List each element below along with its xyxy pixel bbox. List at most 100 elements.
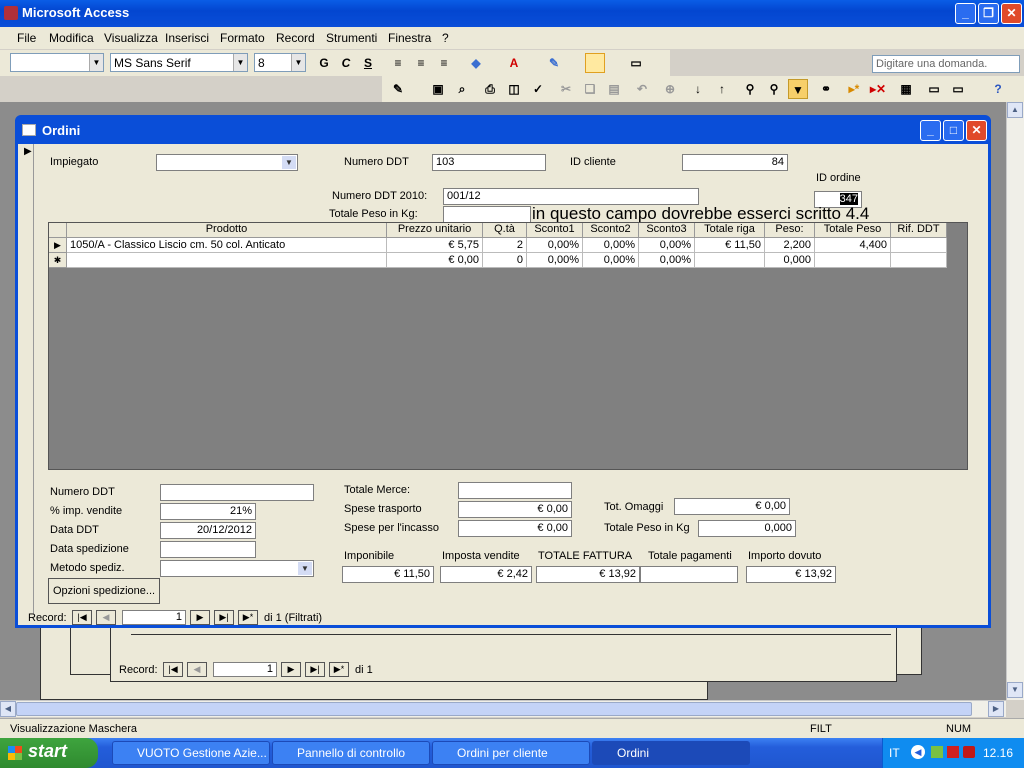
prev-record-button[interactable]: ◀: [96, 610, 116, 625]
numero-ddt-field[interactable]: 103: [432, 154, 546, 171]
table-cell[interactable]: € 5,75: [387, 238, 483, 253]
row-selector-current[interactable]: ▶: [49, 238, 67, 253]
search-icon[interactable]: ⌕: [452, 79, 472, 99]
language-indicator[interactable]: IT: [889, 746, 900, 760]
table-cell[interactable]: 2,200: [765, 238, 815, 253]
table-cell[interactable]: 2: [483, 238, 527, 253]
first-record-button[interactable]: |◀: [163, 662, 183, 677]
print-icon[interactable]: ⎙: [480, 79, 500, 99]
security-icon[interactable]: [947, 746, 959, 758]
menu-file[interactable]: File: [17, 31, 36, 45]
filter-by-form-icon[interactable]: ⚲: [764, 79, 784, 99]
order-details-subform[interactable]: Prodotto Prezzo unitario Q.tà Sconto1 Sc…: [48, 222, 968, 470]
menu-record[interactable]: Record: [276, 31, 315, 45]
print-preview-icon[interactable]: ◫: [504, 79, 524, 99]
row-selector-new[interactable]: ✱: [49, 253, 67, 268]
horizontal-scrollbar[interactable]: ◀ ▶: [0, 700, 1006, 717]
table-cell[interactable]: 0,00%: [583, 253, 639, 268]
object-combo[interactable]: ▼: [10, 53, 104, 72]
metodo-spediz-combo[interactable]: ▼: [160, 560, 314, 577]
task-pannello-controllo[interactable]: Pannello di controllo: [272, 741, 430, 765]
tot-omaggi-field[interactable]: € 0,00: [674, 498, 790, 515]
imponibile-field[interactable]: € 11,50: [342, 566, 434, 583]
form-maximize-button[interactable]: □: [943, 120, 964, 141]
col-totale-peso[interactable]: Totale Peso: [815, 223, 891, 238]
col-prodotto[interactable]: Prodotto: [67, 223, 387, 238]
data-spedizione-field[interactable]: [160, 541, 256, 558]
cut-icon[interactable]: ✂: [556, 79, 576, 99]
restore-button[interactable]: ❐: [978, 3, 999, 24]
col-sconto3[interactable]: Sconto3: [639, 223, 695, 238]
align-right-icon[interactable]: ≡: [434, 53, 454, 73]
first-record-button[interactable]: |◀: [72, 610, 92, 625]
save-icon[interactable]: ▣: [428, 79, 448, 99]
totale-merce-field[interactable]: [458, 482, 572, 499]
hyperlink-icon[interactable]: ⊕: [660, 79, 680, 99]
table-cell[interactable]: 0,00%: [527, 253, 583, 268]
spese-trasporto-field[interactable]: € 0,00: [458, 501, 572, 518]
table-cell[interactable]: 0: [483, 253, 527, 268]
underline-button[interactable]: S: [358, 53, 378, 73]
border-icon[interactable]: [585, 53, 605, 73]
table-cell[interactable]: € 0,00: [387, 253, 483, 268]
scroll-right-icon[interactable]: ▶: [988, 701, 1004, 717]
chevron-left-icon[interactable]: ◀: [911, 745, 925, 759]
view-icon[interactable]: ✎: [388, 79, 408, 99]
col-sconto2[interactable]: Sconto2: [583, 223, 639, 238]
minimize-button[interactable]: _: [955, 3, 976, 24]
bold-button[interactable]: G: [314, 53, 334, 73]
col-prezzo-unitario[interactable]: Prezzo unitario: [387, 223, 483, 238]
menu-inserisci[interactable]: Inserisci: [165, 31, 209, 45]
question-input[interactable]: Digitare una domanda.: [872, 55, 1020, 73]
table-cell[interactable]: [891, 253, 947, 268]
find-icon[interactable]: ⚭: [816, 79, 836, 99]
table-cell[interactable]: [67, 253, 387, 268]
align-left-icon[interactable]: ≡: [388, 53, 408, 73]
vertical-scrollbar[interactable]: ▲ ▼: [1006, 102, 1024, 700]
totale-pagamenti-field[interactable]: [640, 566, 738, 583]
menu-formato[interactable]: Formato: [220, 31, 265, 45]
table-cell[interactable]: 0,00%: [639, 238, 695, 253]
font-name-combo[interactable]: MS Sans Serif ▼: [110, 53, 248, 72]
paste-icon[interactable]: ▤: [604, 79, 624, 99]
scroll-up-icon[interactable]: ▲: [1007, 102, 1023, 118]
new-record-icon[interactable]: ▸*: [844, 79, 864, 99]
col-totale-riga[interactable]: Totale riga: [695, 223, 765, 238]
totale-peso-kg-field[interactable]: [443, 206, 531, 223]
table-cell[interactable]: [891, 238, 947, 253]
line-color-icon[interactable]: ✎: [544, 53, 564, 73]
totale-fattura-field[interactable]: € 13,92: [536, 566, 640, 583]
new-object-icon[interactable]: ▭: [948, 79, 968, 99]
col-peso[interactable]: Peso:: [765, 223, 815, 238]
task-ordini[interactable]: Ordini: [592, 741, 750, 765]
new-record-nav-button[interactable]: ▶*: [238, 610, 258, 625]
close-button[interactable]: ✕: [1001, 3, 1022, 24]
impiegato-combo[interactable]: ▼: [156, 154, 298, 171]
table-cell[interactable]: 4,400: [815, 238, 891, 253]
col-qta[interactable]: Q.tà: [483, 223, 527, 238]
table-cell[interactable]: 0,000: [765, 253, 815, 268]
next-record-button[interactable]: ▶: [281, 662, 301, 677]
start-button[interactable]: start: [0, 738, 98, 768]
database-window-icon[interactable]: ▭: [924, 79, 944, 99]
totale-peso-kg-bottom-field[interactable]: 0,000: [698, 520, 796, 537]
italic-button[interactable]: C: [336, 53, 356, 73]
table-cell[interactable]: [815, 253, 891, 268]
filter-by-selection-icon[interactable]: ⚲: [740, 79, 760, 99]
scroll-thumb[interactable]: [16, 702, 972, 716]
prev-record-button[interactable]: ◀: [187, 662, 207, 677]
table-cell[interactable]: [695, 253, 765, 268]
fill-color-icon[interactable]: ◆: [466, 53, 486, 73]
record-number-field[interactable]: 1: [213, 662, 277, 677]
numero-ddt-2010-field[interactable]: 001/12: [443, 188, 699, 205]
antivirus-icon[interactable]: [963, 746, 975, 758]
spese-incasso-field[interactable]: € 0,00: [458, 520, 572, 537]
task-ordini-per-cliente[interactable]: Ordini per cliente: [432, 741, 590, 765]
sort-ascending-icon[interactable]: ↓: [688, 79, 708, 99]
table-cell[interactable]: € 11,50: [695, 238, 765, 253]
record-number-field[interactable]: 1: [122, 610, 186, 625]
delete-record-icon[interactable]: ▸✕: [868, 79, 888, 99]
record-selector[interactable]: ▶: [18, 144, 34, 614]
form-minimize-button[interactable]: _: [920, 120, 941, 141]
importo-dovuto-field[interactable]: € 13,92: [746, 566, 836, 583]
